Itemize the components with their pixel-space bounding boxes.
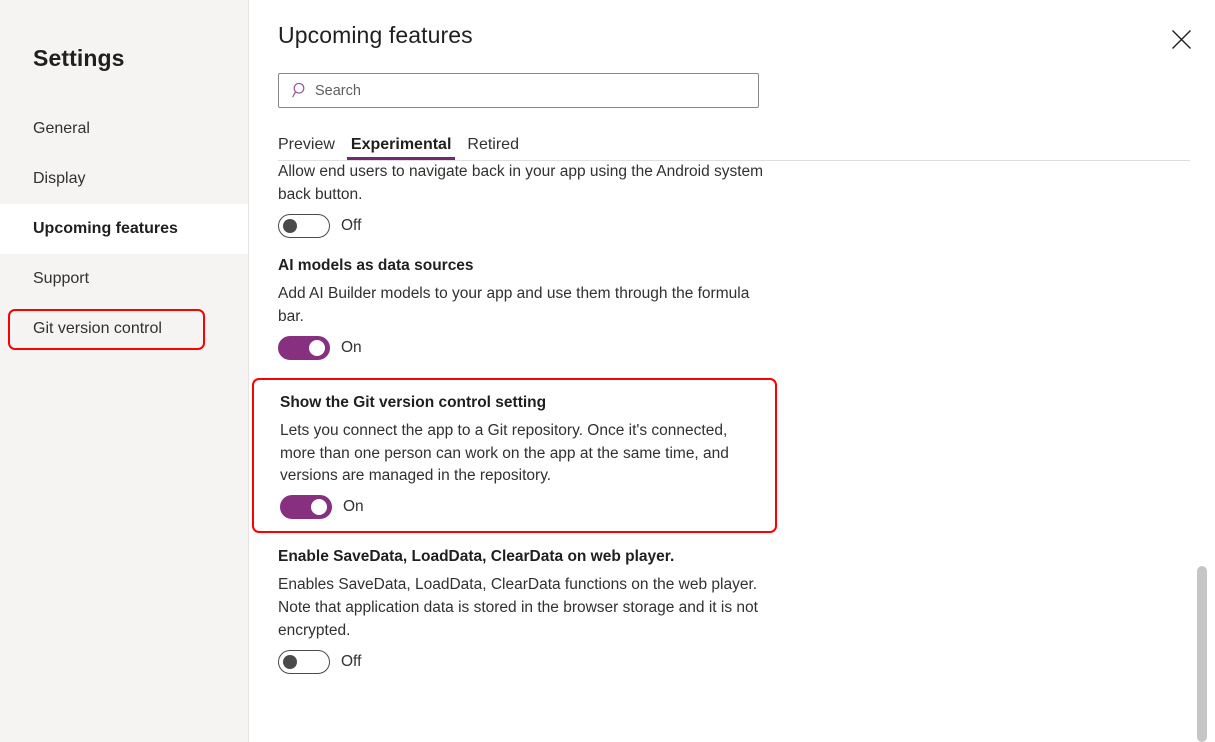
sidebar-item-general[interactable]: General [0,104,248,154]
feature-item-git-version-control: Show the Git version control setting Let… [252,377,777,534]
sidebar-item-label: General [33,120,90,137]
page-title: Upcoming features [278,22,473,48]
tab-experimental[interactable]: Experimental [343,137,459,160]
search-icon [285,82,315,99]
feature-description: Lets you connect the app to a Git reposi… [280,421,729,485]
feature-item: AI models as data sources Add AI Builder… [249,256,1215,360]
sidebar-item-label: Display [33,170,86,187]
feature-title: Enable SaveData, LoadData, ClearData on … [278,548,675,566]
close-glyph [1171,29,1191,49]
settings-dialog: Settings General Display Upcoming featur… [0,0,1215,742]
sidebar-item-label: Upcoming features [33,220,178,237]
feature-toggle-row: Off [278,213,1215,238]
tab-label: Retired [467,136,519,153]
sidebar-title: Settings [33,45,125,71]
sidebar-nav-list: General Display Upcoming features Suppor… [0,104,248,354]
toggle-knob [283,218,297,233]
feature-description: Enables SaveData, LoadData, ClearData fu… [278,576,758,640]
sidebar-item-display[interactable]: Display [0,154,248,204]
settings-sidebar: Settings General Display Upcoming featur… [0,0,249,742]
search-glyph [291,82,304,98]
tab-label: Preview [278,136,335,153]
toggle-knob [283,655,297,670]
settings-main-panel: Upcoming features Preview Experimental [249,0,1215,742]
toggle-state-label: On [341,338,362,356]
sidebar-item-git-version-control[interactable]: Git version control [0,304,248,354]
feature-toggle[interactable] [280,495,332,520]
feature-title: Show the Git version control setting [280,393,547,411]
feature-title: AI models as data sources [278,256,474,274]
feature-description: Add AI Builder models to your app and us… [278,284,750,325]
toggle-state-label: On [343,498,364,516]
scrollbar[interactable] [1197,0,1207,742]
search-input[interactable] [315,82,758,99]
search-box[interactable] [278,73,759,108]
feature-toggle-row: On [280,495,775,520]
sidebar-item-label: Git version control [33,320,162,337]
tab-preview[interactable]: Preview [278,137,343,160]
feature-toggle[interactable] [278,213,330,238]
tab-retired[interactable]: Retired [459,137,527,160]
sidebar-item-label: Support [33,270,90,287]
scrollbar-thumb[interactable] [1197,566,1207,742]
close-icon[interactable] [1164,22,1198,56]
toggle-state-label: Off [341,653,362,671]
feature-description: Allow end users to navigate back in your… [278,163,764,203]
feature-item: Enable SaveData, LoadData, ClearData on … [249,547,1215,675]
feature-toggle-row: On [278,335,1215,360]
toggle-knob [311,499,327,516]
tab-label: Experimental [350,136,452,153]
feature-tabs: Preview Experimental Retired [278,128,1190,161]
sidebar-item-support[interactable]: Support [0,254,248,304]
feature-item: Allow end users to navigate back in your… [249,161,1215,238]
sidebar-item-upcoming-features[interactable]: Upcoming features [0,204,248,254]
toggle-knob [309,339,325,356]
feature-toggle[interactable] [278,335,330,360]
feature-toggle-row: Off [278,650,1215,675]
toggle-state-label: Off [341,216,362,234]
feature-list: Allow end users to navigate back in your… [249,161,1215,742]
feature-toggle[interactable] [278,650,330,675]
